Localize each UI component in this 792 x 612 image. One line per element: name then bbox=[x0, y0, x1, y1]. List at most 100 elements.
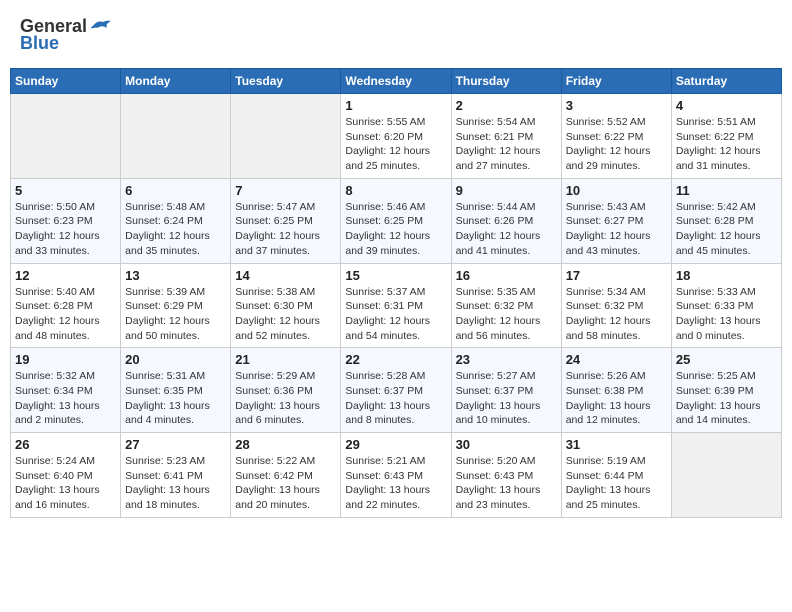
calendar-cell: 21Sunrise: 5:29 AM Sunset: 6:36 PM Dayli… bbox=[231, 348, 341, 433]
day-detail: Sunrise: 5:21 AM Sunset: 6:43 PM Dayligh… bbox=[345, 454, 446, 513]
day-detail: Sunrise: 5:44 AM Sunset: 6:26 PM Dayligh… bbox=[456, 200, 557, 259]
day-number: 31 bbox=[566, 437, 667, 452]
calendar-cell: 22 Sunrise: 5:28 AM Sunset: 6:37 PM Dayli… bbox=[341, 348, 451, 433]
calendar-cell: 26 Sunrise: 5:24 AM Sunset: 6:40 PM Dayli… bbox=[11, 433, 121, 518]
day-detail: Sunrise: 5:20 AM Sunset: 6:43 PM Dayligh… bbox=[456, 454, 557, 513]
calendar-header-row: SundayMondayTuesdayWednesdayThursdayFrid… bbox=[11, 69, 782, 94]
calendar-cell: 18 Sunrise: 5:33 AM Sunset: 6:33 PM Dayli… bbox=[671, 263, 781, 348]
day-detail: Sunrise: 5:51 AM Sunset: 6:22 PM Dayligh… bbox=[676, 115, 777, 174]
day-number: 13 bbox=[125, 268, 226, 283]
day-number: 22 bbox=[345, 352, 446, 367]
calendar-cell: 4 Sunrise: 5:51 AM Sunset: 6:22 PM Daylig… bbox=[671, 94, 781, 179]
day-detail: Sunrise: 5:26 AM Sunset: 6:38 PM Dayligh… bbox=[566, 369, 667, 428]
day-detail: Sunrise: 5:48 AM Sunset: 6:24 PM Dayligh… bbox=[125, 200, 226, 259]
day-number: 18 bbox=[676, 268, 777, 283]
calendar-cell: 9Sunrise: 5:44 AM Sunset: 6:26 PM Daylig… bbox=[451, 178, 561, 263]
day-number: 24 bbox=[566, 352, 667, 367]
day-number: 19 bbox=[15, 352, 116, 367]
day-detail: Sunrise: 5:27 AM Sunset: 6:37 PM Dayligh… bbox=[456, 369, 557, 428]
day-number: 26 bbox=[15, 437, 116, 452]
day-detail: Sunrise: 5:35 AM Sunset: 6:32 PM Dayligh… bbox=[456, 285, 557, 344]
day-number: 29 bbox=[345, 437, 446, 452]
calendar-cell: 25 Sunrise: 5:25 AM Sunset: 6:39 PM Dayli… bbox=[671, 348, 781, 433]
calendar-week-row: 1Sunrise: 5:55 AM Sunset: 6:20 PM Daylig… bbox=[11, 94, 782, 179]
day-number: 3 bbox=[566, 98, 667, 113]
calendar-cell: 16Sunrise: 5:35 AM Sunset: 6:32 PM Dayli… bbox=[451, 263, 561, 348]
calendar-cell: 27 Sunrise: 5:23 AM Sunset: 6:41 PM Dayli… bbox=[121, 433, 231, 518]
day-detail: Sunrise: 5:31 AM Sunset: 6:35 PM Dayligh… bbox=[125, 369, 226, 428]
day-detail: Sunrise: 5:42 AM Sunset: 6:28 PM Dayligh… bbox=[676, 200, 777, 259]
day-detail: Sunrise: 5:34 AM Sunset: 6:32 PM Dayligh… bbox=[566, 285, 667, 344]
day-number: 6 bbox=[125, 183, 226, 198]
calendar-cell: 5Sunrise: 5:50 AM Sunset: 6:23 PM Daylig… bbox=[11, 178, 121, 263]
calendar-cell: 17 Sunrise: 5:34 AM Sunset: 6:32 PM Dayli… bbox=[561, 263, 671, 348]
day-number: 10 bbox=[566, 183, 667, 198]
header-tuesday: Tuesday bbox=[231, 69, 341, 94]
day-detail: Sunrise: 5:23 AM Sunset: 6:41 PM Dayligh… bbox=[125, 454, 226, 513]
calendar-week-row: 19 Sunrise: 5:32 AM Sunset: 6:34 PM Dayli… bbox=[11, 348, 782, 433]
day-number: 17 bbox=[566, 268, 667, 283]
header-sunday: Sunday bbox=[11, 69, 121, 94]
day-detail: Sunrise: 5:55 AM Sunset: 6:20 PM Dayligh… bbox=[345, 115, 446, 174]
calendar-table: SundayMondayTuesdayWednesdayThursdayFrid… bbox=[10, 68, 782, 518]
calendar-cell: 1Sunrise: 5:55 AM Sunset: 6:20 PM Daylig… bbox=[341, 94, 451, 179]
calendar-cell: 20 Sunrise: 5:31 AM Sunset: 6:35 PM Dayli… bbox=[121, 348, 231, 433]
day-number: 20 bbox=[125, 352, 226, 367]
calendar-cell: 10 Sunrise: 5:43 AM Sunset: 6:27 PM Dayli… bbox=[561, 178, 671, 263]
calendar-cell: 6 Sunrise: 5:48 AM Sunset: 6:24 PM Daylig… bbox=[121, 178, 231, 263]
calendar-cell: 8Sunrise: 5:46 AM Sunset: 6:25 PM Daylig… bbox=[341, 178, 451, 263]
calendar-cell: 7 Sunrise: 5:47 AM Sunset: 6:25 PM Daylig… bbox=[231, 178, 341, 263]
header-wednesday: Wednesday bbox=[341, 69, 451, 94]
day-detail: Sunrise: 5:33 AM Sunset: 6:33 PM Dayligh… bbox=[676, 285, 777, 344]
calendar-cell bbox=[671, 433, 781, 518]
day-number: 12 bbox=[15, 268, 116, 283]
calendar-cell: 3 Sunrise: 5:52 AM Sunset: 6:22 PM Daylig… bbox=[561, 94, 671, 179]
day-detail: Sunrise: 5:19 AM Sunset: 6:44 PM Dayligh… bbox=[566, 454, 667, 513]
header-monday: Monday bbox=[121, 69, 231, 94]
header-friday: Friday bbox=[561, 69, 671, 94]
logo: General Blue bbox=[20, 16, 111, 54]
day-detail: Sunrise: 5:47 AM Sunset: 6:25 PM Dayligh… bbox=[235, 200, 336, 259]
day-detail: Sunrise: 5:24 AM Sunset: 6:40 PM Dayligh… bbox=[15, 454, 116, 513]
day-number: 27 bbox=[125, 437, 226, 452]
calendar-cell: 11 Sunrise: 5:42 AM Sunset: 6:28 PM Dayli… bbox=[671, 178, 781, 263]
day-number: 4 bbox=[676, 98, 777, 113]
calendar-cell: 24 Sunrise: 5:26 AM Sunset: 6:38 PM Dayli… bbox=[561, 348, 671, 433]
day-detail: Sunrise: 5:52 AM Sunset: 6:22 PM Dayligh… bbox=[566, 115, 667, 174]
day-number: 21 bbox=[235, 352, 336, 367]
calendar-cell: 30 Sunrise: 5:20 AM Sunset: 6:43 PM Dayli… bbox=[451, 433, 561, 518]
day-number: 28 bbox=[235, 437, 336, 452]
day-detail: Sunrise: 5:32 AM Sunset: 6:34 PM Dayligh… bbox=[15, 369, 116, 428]
page-header: General Blue bbox=[10, 10, 782, 60]
logo-blue-text: Blue bbox=[20, 33, 59, 54]
day-detail: Sunrise: 5:46 AM Sunset: 6:25 PM Dayligh… bbox=[345, 200, 446, 259]
day-detail: Sunrise: 5:54 AM Sunset: 6:21 PM Dayligh… bbox=[456, 115, 557, 174]
day-number: 14 bbox=[235, 268, 336, 283]
calendar-cell: 2Sunrise: 5:54 AM Sunset: 6:21 PM Daylig… bbox=[451, 94, 561, 179]
calendar-cell: 31 Sunrise: 5:19 AM Sunset: 6:44 PM Dayli… bbox=[561, 433, 671, 518]
calendar-week-row: 12Sunrise: 5:40 AM Sunset: 6:28 PM Dayli… bbox=[11, 263, 782, 348]
calendar-cell: 12Sunrise: 5:40 AM Sunset: 6:28 PM Dayli… bbox=[11, 263, 121, 348]
calendar-cell bbox=[121, 94, 231, 179]
day-detail: Sunrise: 5:38 AM Sunset: 6:30 PM Dayligh… bbox=[235, 285, 336, 344]
day-detail: Sunrise: 5:28 AM Sunset: 6:37 PM Dayligh… bbox=[345, 369, 446, 428]
calendar-cell bbox=[11, 94, 121, 179]
calendar-cell: 28Sunrise: 5:22 AM Sunset: 6:42 PM Dayli… bbox=[231, 433, 341, 518]
calendar-week-row: 5Sunrise: 5:50 AM Sunset: 6:23 PM Daylig… bbox=[11, 178, 782, 263]
day-number: 11 bbox=[676, 183, 777, 198]
day-detail: Sunrise: 5:39 AM Sunset: 6:29 PM Dayligh… bbox=[125, 285, 226, 344]
day-number: 7 bbox=[235, 183, 336, 198]
day-detail: Sunrise: 5:37 AM Sunset: 6:31 PM Dayligh… bbox=[345, 285, 446, 344]
day-number: 25 bbox=[676, 352, 777, 367]
calendar-cell: 23 Sunrise: 5:27 AM Sunset: 6:37 PM Dayli… bbox=[451, 348, 561, 433]
calendar-cell: 15 Sunrise: 5:37 AM Sunset: 6:31 PM Dayli… bbox=[341, 263, 451, 348]
day-number: 15 bbox=[345, 268, 446, 283]
calendar-cell: 14 Sunrise: 5:38 AM Sunset: 6:30 PM Dayli… bbox=[231, 263, 341, 348]
logo-bird-icon bbox=[89, 18, 111, 34]
calendar-cell: 19 Sunrise: 5:32 AM Sunset: 6:34 PM Dayli… bbox=[11, 348, 121, 433]
day-detail: Sunrise: 5:25 AM Sunset: 6:39 PM Dayligh… bbox=[676, 369, 777, 428]
day-number: 30 bbox=[456, 437, 557, 452]
calendar-cell: 13 Sunrise: 5:39 AM Sunset: 6:29 PM Dayli… bbox=[121, 263, 231, 348]
day-number: 23 bbox=[456, 352, 557, 367]
day-detail: Sunrise: 5:43 AM Sunset: 6:27 PM Dayligh… bbox=[566, 200, 667, 259]
